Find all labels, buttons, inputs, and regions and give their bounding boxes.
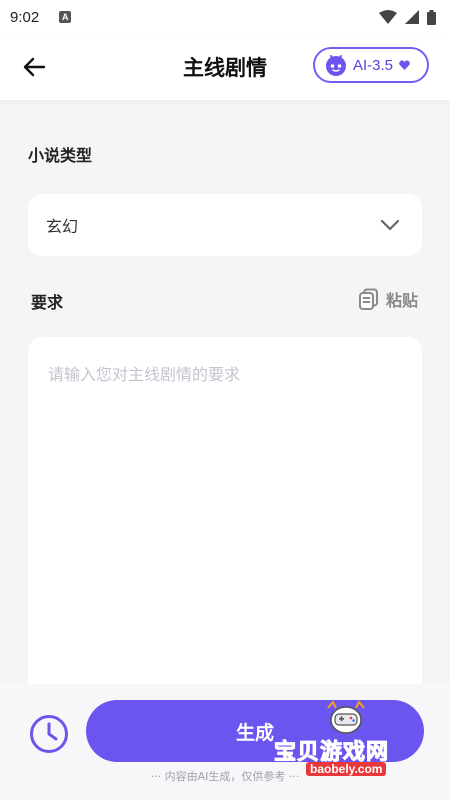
battery-icon [427,9,436,25]
genre-select[interactable]: 玄幻 [28,194,422,256]
notification-a-icon: A [59,11,72,23]
back-arrow-icon [23,57,46,77]
paste-label: 粘贴 [386,291,419,310]
clock-icon [30,715,68,753]
back-button[interactable] [18,52,50,82]
ai-disclaimer: ··· 内容由AI生成，仅供参考 ··· [150,770,300,783]
genre-selected-value: 玄幻 [46,217,79,236]
paste-button[interactable]: 粘贴 [358,287,418,311]
generate-button[interactable]: 生成 [86,700,424,762]
status-bar: 9:02 A [0,0,450,34]
requirements-input[interactable] [28,337,422,717]
heart-icon [399,60,410,70]
status-icons [379,9,436,25]
model-selector-button[interactable]: AI-3.5 [313,47,429,83]
chevron-down-icon [380,219,400,231]
app-header: 主线剧情 AI-3.5 [0,34,450,100]
requirements-label: 要求 [31,293,64,312]
clipboard-icon [359,288,378,310]
status-time: 9:02 [10,8,40,26]
genre-label: 小说类型 [28,146,93,165]
signal-icon [405,10,419,24]
wifi-icon [379,10,397,24]
model-label: AI-3.5 [353,56,394,74]
history-button[interactable] [27,712,71,756]
robot-icon [326,55,346,76]
